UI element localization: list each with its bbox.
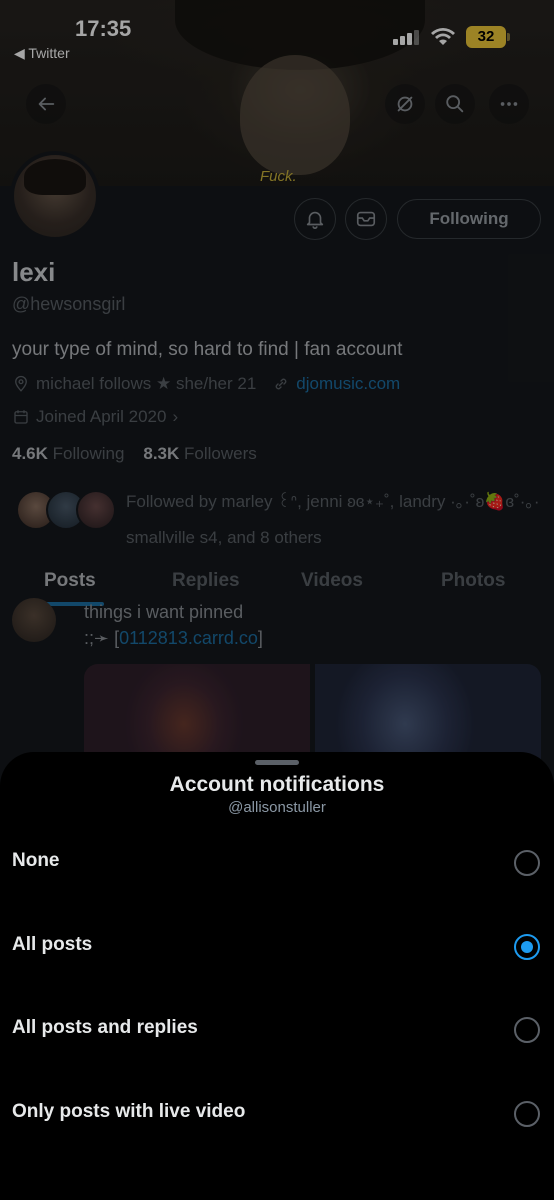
radio-button-selected[interactable] bbox=[514, 934, 540, 960]
option-label: All posts and replies bbox=[12, 1017, 198, 1038]
radio-button[interactable] bbox=[514, 1101, 540, 1127]
option-all-posts-and-replies[interactable]: All posts and replies bbox=[0, 989, 554, 1069]
option-label: Only posts with live video bbox=[12, 1101, 246, 1122]
radio-button[interactable] bbox=[514, 850, 540, 876]
option-live-video[interactable]: Only posts with live video bbox=[0, 1073, 554, 1153]
option-label: All posts bbox=[12, 934, 93, 955]
radio-button[interactable] bbox=[514, 1017, 540, 1043]
sheet-title: Account notifications bbox=[169, 773, 385, 796]
account-notifications-sheet: Account notifications @allisonstuller No… bbox=[0, 752, 554, 1200]
option-all-posts[interactable]: All posts bbox=[0, 906, 554, 986]
sheet-grabber[interactable] bbox=[255, 760, 299, 765]
sheet-subtitle: @allisonstuller bbox=[228, 799, 326, 816]
option-none[interactable]: None bbox=[0, 822, 554, 902]
option-label: None bbox=[12, 850, 60, 871]
